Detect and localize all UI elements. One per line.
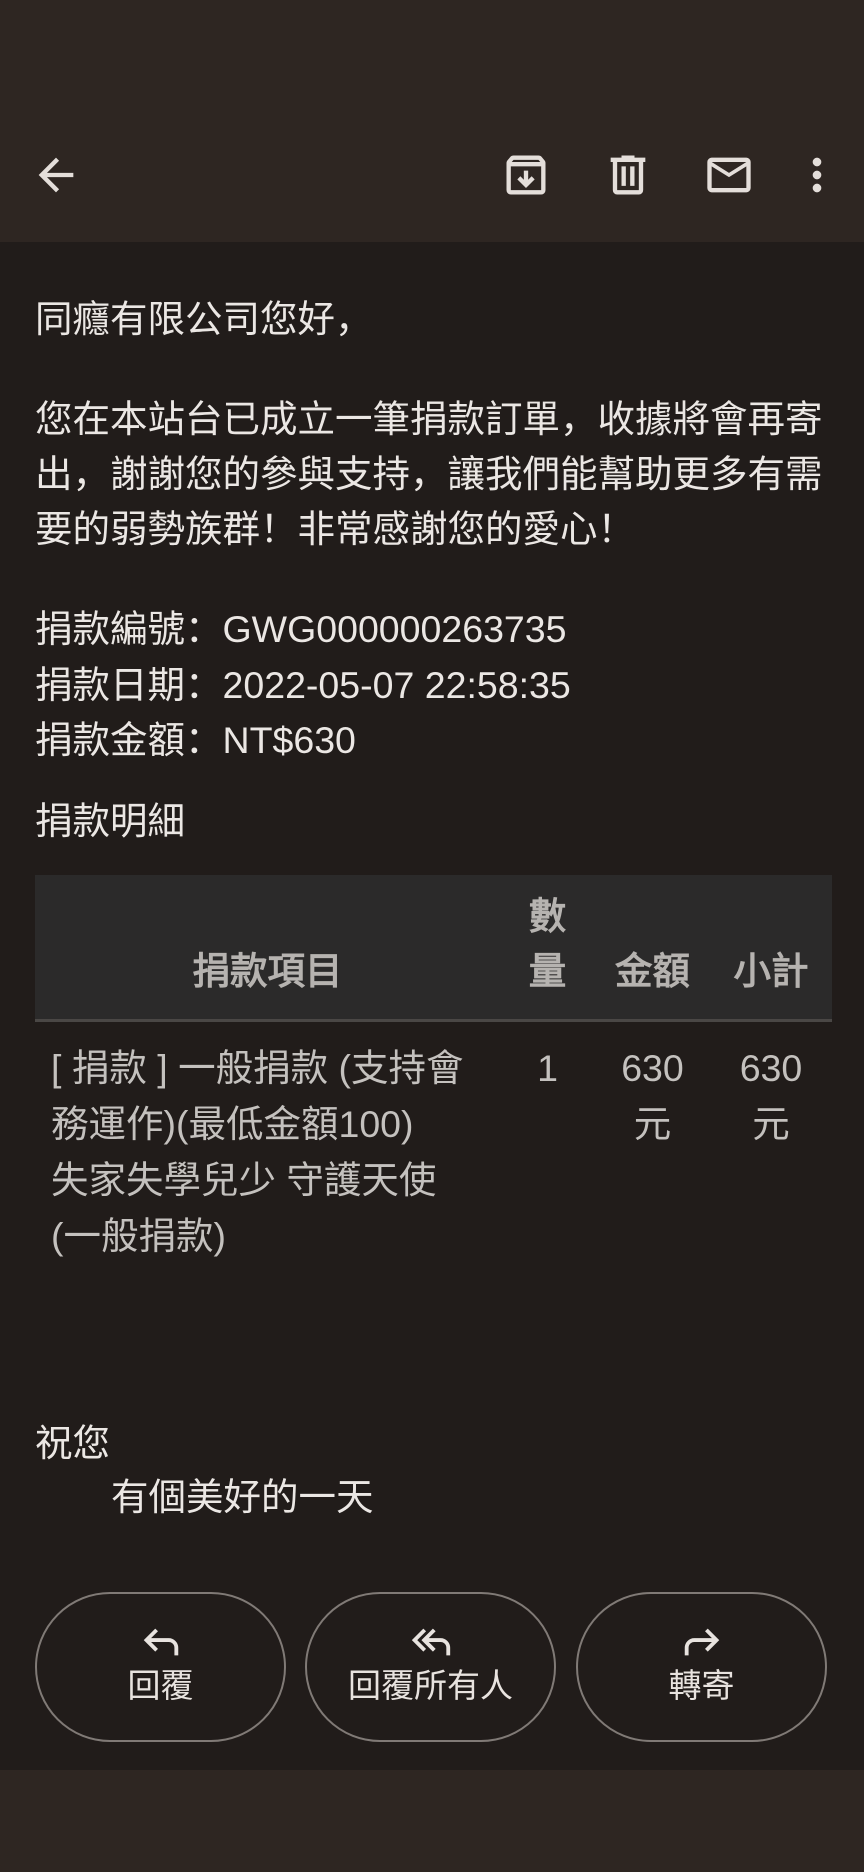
forward-icon	[684, 1628, 719, 1656]
donation-amount: 捐款金額：NT$630	[35, 713, 571, 769]
detail-value: GWG000000263735	[222, 608, 567, 650]
detail-label: 捐款編號：	[35, 608, 223, 650]
cell-subtotal: 630 元	[710, 1022, 832, 1264]
header-quantity: 數量	[500, 875, 595, 1019]
more-vert-icon	[812, 157, 822, 193]
more-options-button[interactable]	[791, 149, 843, 201]
mail-icon	[707, 157, 751, 193]
reply-icon	[143, 1628, 178, 1656]
amount-value: 630	[621, 1047, 684, 1089]
header-item-label: 捐款項目	[192, 950, 343, 992]
header-amount: 金額	[595, 875, 710, 1019]
reply-all-button[interactable]: 回覆所有人	[305, 1592, 556, 1742]
closing-wish: 有個美好的一天	[111, 1476, 374, 1518]
subtotal-unit: 元	[752, 1103, 790, 1145]
delete-button[interactable]	[602, 149, 654, 201]
arrow-back-icon	[38, 157, 74, 193]
quantity-value: 1	[537, 1047, 558, 1089]
cell-item: [ 捐款 ] 一般捐款 (支持會務運作)(最低金額100) 失家失學兒少 守護天…	[35, 1022, 500, 1264]
closing: 祝您	[35, 1422, 110, 1464]
archive-icon	[506, 155, 546, 195]
reply-button[interactable]: 回覆	[35, 1592, 286, 1742]
reply-label: 回覆	[127, 1667, 194, 1704]
app-bar	[0, 0, 864, 242]
email-screen: 同癮有限公司您好， 您在本站台已成立一筆捐款訂單，收據將會再寄出，謝謝您的參與支…	[0, 0, 864, 1872]
message-paragraph: 您在本站台已成立一筆捐款訂單，收據將會再寄出，謝謝您的參與支持，讓我們能幫助更多…	[35, 398, 823, 550]
detail-label: 捐款日期：	[35, 663, 223, 706]
item-project: 失家失學兒少 守護天使 (一般捐款)	[51, 1159, 437, 1257]
back-button[interactable]	[30, 149, 82, 201]
subtotal-value: 630	[739, 1047, 803, 1089]
donation-date: 捐款日期：2022-05-07 22:58:35	[35, 658, 571, 714]
details-heading: 捐款明細	[35, 800, 185, 842]
system-nav-bar	[0, 1770, 864, 1872]
item-name: [ 捐款 ] 一般捐款 (支持會務運作)(最低金額100)	[51, 1047, 464, 1145]
donation-number: 捐款編號：GWG000000263735	[35, 602, 571, 658]
reply-all-icon	[411, 1628, 450, 1656]
donation-table: 捐款項目 數量 金額 小計 [ 捐款 ] 一般捐款 (支持會務運作)(最低金額1…	[35, 875, 832, 1264]
amount-unit: 元	[633, 1103, 672, 1145]
trash-icon	[610, 155, 646, 195]
detail-label: 捐款金額：	[35, 719, 223, 761]
mark-unread-button[interactable]	[703, 149, 755, 201]
detail-value: 2022-05-07 22:58:35	[222, 663, 571, 706]
header-subtotal: 小計	[710, 875, 832, 1019]
table-row: [ 捐款 ] 一般捐款 (支持會務運作)(最低金額100) 失家失學兒少 守護天…	[35, 1022, 832, 1264]
donation-details: 捐款編號：GWG000000263735 捐款日期：2022-05-07 22:…	[35, 602, 571, 769]
header-item: 捐款項目	[35, 875, 500, 1019]
archive-button[interactable]	[500, 149, 552, 201]
forward-label: 轉寄	[668, 1667, 735, 1704]
forward-button[interactable]: 轉寄	[576, 1592, 827, 1742]
table-header: 捐款項目 數量 金額 小計	[35, 875, 832, 1022]
detail-value: NT$630	[222, 719, 356, 761]
header-quantity-label: 數量	[528, 895, 567, 992]
greeting: 同癮有限公司您好，	[35, 298, 373, 340]
cell-quantity: 1	[500, 1022, 595, 1264]
header-subtotal-label: 小計	[733, 950, 809, 992]
reply-all-label: 回覆所有人	[348, 1667, 513, 1704]
cell-amount: 630 元	[595, 1022, 710, 1264]
header-amount-label: 金額	[615, 950, 690, 992]
